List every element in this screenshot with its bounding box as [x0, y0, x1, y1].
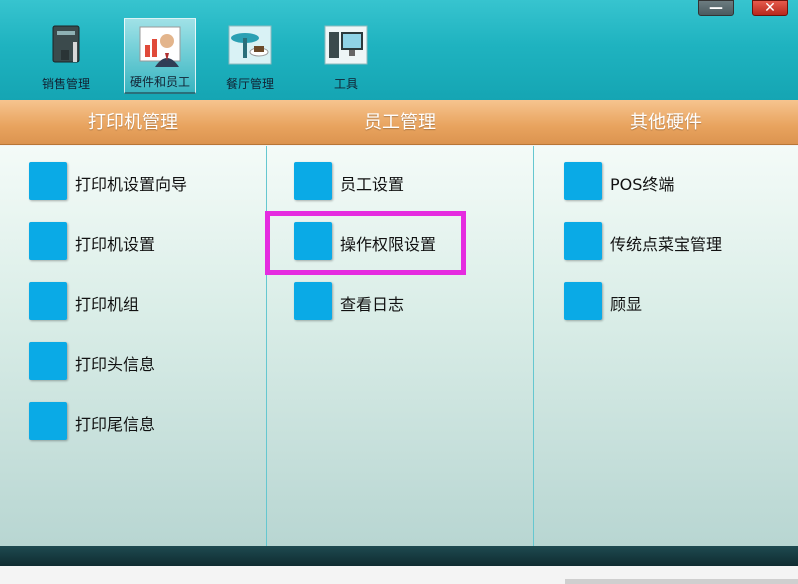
item-square-icon [29, 282, 67, 320]
tab-sales-management[interactable]: 销售管理 [30, 18, 102, 94]
item-label: 传统点菜宝管理 [610, 235, 723, 254]
staff-chart-icon [137, 23, 183, 69]
staff-management-heading: 员工管理 [364, 112, 436, 133]
other-hardware-heading: 其他硬件 [630, 112, 702, 133]
item-label: 查看日志 [340, 295, 405, 314]
restaurant-table-icon [227, 22, 273, 68]
section-header-bar: 打印机管理 员工管理 其他硬件 [0, 100, 798, 145]
tab-label: 工具 [333, 77, 358, 91]
tab-label: 销售管理 [41, 77, 90, 91]
item-square-icon [29, 342, 67, 380]
status-bar [0, 546, 798, 566]
footer-edge [565, 579, 798, 584]
item-square-icon [29, 402, 67, 440]
tab-hardware-and-staff[interactable]: 硬件和员工 [124, 18, 196, 94]
item-square-icon [294, 162, 332, 200]
close-button[interactable]: ✕ [752, 0, 788, 16]
item-square-icon [294, 282, 332, 320]
tab-restaurant-management[interactable]: 餐厅管理 [214, 18, 286, 94]
item-square-icon [564, 282, 602, 320]
printer-management-heading: 打印机管理 [88, 112, 178, 133]
ledger-book-icon [43, 22, 89, 68]
computer-tools-icon [323, 22, 369, 68]
content-panel: 打印机设置向导 打印机设置 打印机组 打印头信息 打印尾信息 员工设置 操作权限… [0, 146, 798, 546]
item-label: 打印机设置向导 [75, 175, 188, 194]
top-toolbar: 销售管理 硬件和员工 餐厅管理 工具 — ✕ [0, 0, 798, 100]
item-square-icon [564, 222, 602, 260]
item-label: 员工设置 [340, 175, 405, 194]
tab-tools[interactable]: 工具 [310, 18, 382, 94]
item-label: 顾显 [610, 295, 643, 314]
column-divider [266, 146, 267, 546]
item-label: POS终端 [610, 175, 675, 194]
tab-label: 硬件和员工 [129, 75, 190, 89]
item-label: 打印头信息 [75, 355, 156, 374]
selection-highlight [265, 211, 466, 275]
footer [0, 566, 798, 584]
item-label: 打印机设置 [75, 235, 156, 254]
minimize-button[interactable]: — [698, 0, 734, 16]
column-divider [533, 146, 534, 546]
item-label: 打印机组 [75, 295, 140, 314]
item-square-icon [29, 222, 67, 260]
item-square-icon [29, 162, 67, 200]
tab-label: 餐厅管理 [225, 77, 274, 91]
item-label: 打印尾信息 [75, 415, 156, 434]
item-square-icon [564, 162, 602, 200]
